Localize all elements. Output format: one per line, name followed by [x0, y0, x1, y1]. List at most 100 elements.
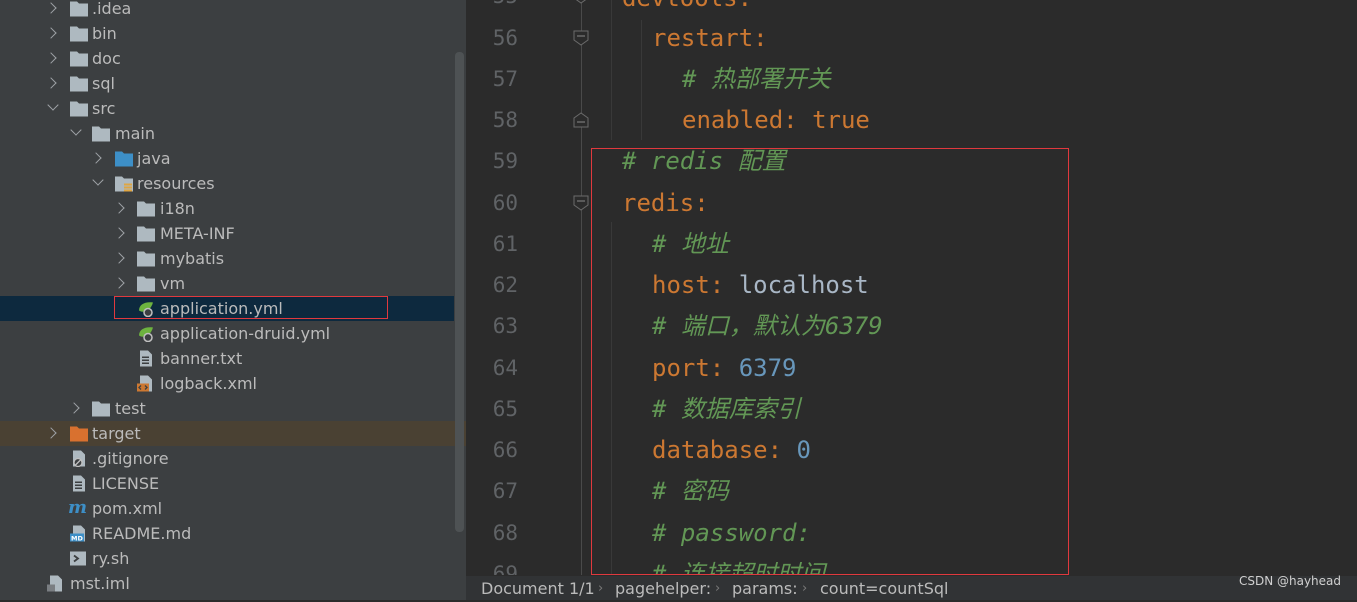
chevron-right-icon[interactable] [45, 52, 57, 64]
chevron-down-icon[interactable] [70, 124, 82, 136]
tree-item-label: java [137, 149, 171, 168]
tree-item-label: mst.iml [70, 574, 130, 593]
chevron-right-icon[interactable] [113, 202, 125, 214]
text-file-icon [140, 350, 152, 367]
code-line-58: enabled: true [682, 106, 870, 134]
tree-item-idea[interactable]: .idea [0, 0, 454, 21]
gitignore-icon [73, 450, 85, 467]
breadcrumb-document[interactable]: Document 1/1 [481, 576, 595, 602]
line-number: 55 [466, 0, 518, 8]
tree-item-sql[interactable]: sql [0, 71, 454, 96]
line-number: 57 [492, 67, 518, 91]
chevron-right-icon: › [598, 581, 604, 596]
chevron-right-icon[interactable] [90, 152, 102, 164]
tree-item-gitignore[interactable]: .gitignore [0, 446, 454, 471]
tree-item-license[interactable]: LICENSE [0, 471, 454, 496]
tree-item-i18n[interactable]: i18n [0, 196, 454, 221]
folder-icon [92, 401, 110, 417]
tree-item-vm[interactable]: vm [0, 271, 454, 296]
fold-end-marker-icon[interactable] [573, 112, 589, 128]
excluded-folder-icon [70, 426, 88, 442]
tree-item-label: .gitignore [92, 449, 169, 468]
chevron-right-icon[interactable] [45, 27, 57, 39]
chevron-right-icon[interactable] [45, 2, 57, 14]
tree-item-doc[interactable]: doc [0, 46, 454, 71]
line-number: 63 [492, 314, 518, 338]
tree-item-readme-md[interactable]: MD README.md [0, 521, 454, 546]
shell-script-icon [70, 551, 86, 566]
line-number: 66 [492, 438, 518, 462]
folder-icon [70, 51, 88, 67]
folder-icon [70, 1, 88, 17]
tree-item-label: LICENSE [92, 474, 160, 493]
tree-item-banner-txt[interactable]: banner.txt [0, 346, 454, 371]
fold-marker-icon[interactable] [573, 0, 589, 4]
breadcrumb-item[interactable]: pagehelper: [615, 576, 711, 602]
selected-file-highlight-box [114, 296, 388, 319]
chevron-right-icon[interactable] [45, 427, 57, 439]
tree-item-label: doc [92, 49, 121, 68]
tree-item-mybatis[interactable]: mybatis [0, 246, 454, 271]
tree-item-mst-iml[interactable]: mst.iml [0, 571, 454, 596]
tree-item-label: pom.xml [92, 499, 163, 518]
line-number: 69 [492, 562, 518, 575]
folder-icon [70, 101, 88, 117]
tree-item-label: ry.sh [92, 549, 130, 568]
line-number: 59 [492, 149, 518, 173]
tree-item-ry-sh[interactable]: ry.sh [0, 546, 454, 571]
tree-item-label: target [92, 424, 141, 443]
folder-icon [137, 201, 155, 217]
tree-item-target[interactable]: target [0, 421, 466, 446]
line-number: 65 [492, 397, 518, 421]
module-file-icon [47, 575, 62, 592]
tree-scrollbar[interactable] [455, 52, 464, 532]
tree-item-label: README.md [92, 524, 192, 543]
code-line-57: # 热部署开关 [682, 65, 831, 93]
breadcrumb-item[interactable]: count=countSql [820, 576, 948, 602]
folder-icon [137, 251, 155, 267]
chevron-right-icon: › [715, 581, 721, 596]
tree-item-meta-inf[interactable]: META-INF [0, 221, 454, 246]
chevron-down-icon[interactable] [92, 174, 104, 186]
tree-item-resources[interactable]: resources [0, 171, 454, 196]
spring-yml-icon [139, 327, 153, 342]
line-number: 56 [492, 26, 518, 50]
text-file-icon [73, 475, 85, 492]
line-number: 61 [492, 232, 518, 256]
tree-item-label: i18n [160, 199, 195, 218]
tree-item-test[interactable]: test [0, 396, 454, 421]
tree-item-label: META-INF [160, 224, 235, 243]
tree-item-label: .idea [92, 0, 132, 18]
chevron-right-icon[interactable] [68, 402, 80, 414]
line-number: 67 [492, 479, 518, 503]
chevron-right-icon[interactable] [113, 252, 125, 264]
indent-guide [641, 20, 642, 140]
folder-icon [92, 126, 110, 142]
chevron-right-icon[interactable] [45, 77, 57, 89]
tree-item-bin[interactable]: bin [0, 21, 454, 46]
breadcrumb-item[interactable]: params: [732, 576, 798, 602]
line-number: 68 [492, 521, 518, 545]
svg-text:MD: MD [71, 535, 83, 543]
fold-marker-icon[interactable] [573, 195, 589, 211]
tree-item-label: application-druid.yml [160, 324, 331, 343]
tree-item-main[interactable]: main [0, 121, 454, 146]
tree-item-logback-xml[interactable]: logback.xml [0, 371, 454, 396]
chevron-right-icon[interactable] [113, 227, 125, 239]
folder-icon [70, 26, 88, 42]
markdown-icon: MD [70, 525, 85, 543]
breadcrumb: Document 1/1 › pagehelper: › params: › c… [466, 576, 1357, 600]
tree-item-label: resources [137, 174, 215, 193]
tree-item-label: banner.txt [160, 349, 243, 368]
tree-item-pom-xml[interactable]: m pom.xml [0, 496, 454, 521]
fold-marker-icon[interactable] [573, 30, 589, 46]
tree-item-java[interactable]: java [0, 146, 454, 171]
tree-item-label: sql [92, 74, 115, 93]
source-folder-icon [115, 151, 133, 167]
chevron-down-icon[interactable] [47, 99, 59, 111]
tree-item-label: src [92, 99, 116, 118]
tree-item-application-druid-yml[interactable]: application-druid.yml [0, 321, 454, 346]
maven-icon: m [68, 497, 88, 518]
tree-item-src[interactable]: src [0, 96, 454, 121]
chevron-right-icon[interactable] [113, 277, 125, 289]
